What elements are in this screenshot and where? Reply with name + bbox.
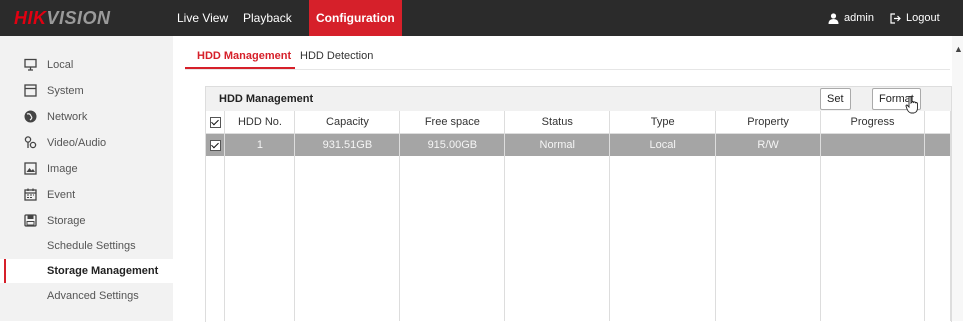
column-header: HDD No. <box>224 111 296 134</box>
logout-icon <box>890 13 901 24</box>
video-audio-icon <box>24 136 37 149</box>
hand-cursor-icon <box>905 96 918 114</box>
user-account[interactable]: admin <box>828 0 874 36</box>
sidebar: Local System Network Video/Audio Image E… <box>0 36 173 321</box>
column-header: Type <box>609 111 717 134</box>
sidebar-item-local[interactable]: Local <box>0 54 173 76</box>
column-header: Capacity <box>294 111 401 134</box>
cell-free-space: 915.00GB <box>399 133 506 156</box>
set-button[interactable]: Set <box>820 88 851 110</box>
tab-hdd-detection[interactable]: HDD Detection <box>300 44 373 68</box>
image-icon <box>24 162 37 175</box>
sidebar-item-image[interactable]: Image <box>0 158 173 180</box>
monitor-icon <box>24 58 37 71</box>
nav-live-view[interactable]: Live View <box>170 0 235 36</box>
sidebar-item-system[interactable]: System <box>0 80 173 102</box>
row-checkbox-cell[interactable] <box>206 133 226 156</box>
storage-disk-icon <box>24 214 37 227</box>
cell-hdd-no: 1 <box>224 133 296 156</box>
sidebar-item-event[interactable]: Event <box>0 184 173 206</box>
column-header: Progress <box>820 111 925 134</box>
column-header-spacer <box>924 111 952 134</box>
sidebar-item-label: Network <box>47 111 88 123</box>
hdd-table: HDD No. Capacity Free space Status Type … <box>206 111 952 321</box>
sidebar-item-label: Local <box>47 59 74 71</box>
table-empty-area <box>206 156 952 321</box>
sidebar-subitem-label: Schedule Settings <box>47 240 136 252</box>
sidebar-item-label: Event <box>47 189 76 201</box>
panel-header: HDD Management Set Format <box>206 87 951 111</box>
panel-title: HDD Management <box>219 93 314 105</box>
sidebar-item-video-audio[interactable]: Video/Audio <box>0 132 173 154</box>
sidebar-item-label: Image <box>47 163 78 175</box>
table-row[interactable]: 1 931.51GB 915.00GB Normal Local R/W <box>206 133 952 156</box>
sidebar-item-network[interactable]: Network <box>0 106 173 128</box>
top-bar: HIKVISION Live View Playback Configurati… <box>0 0 963 36</box>
sidebar-subitem-label: Storage Management <box>47 265 159 277</box>
sidebar-item-storage[interactable]: Storage <box>0 210 173 232</box>
page-scrollbar[interactable]: ▲ <box>952 36 963 321</box>
column-header: Status <box>504 111 611 134</box>
select-all-checkbox[interactable] <box>206 111 226 134</box>
tab-hdd-management[interactable]: HDD Management <box>197 44 291 68</box>
hdd-management-panel: HDD Management Set Format HDD No. Capaci… <box>205 86 952 322</box>
checkbox[interactable] <box>209 139 221 151</box>
user-icon <box>828 13 839 24</box>
column-header: Property <box>715 111 822 134</box>
event-calendar-icon <box>24 188 37 201</box>
network-globe-icon <box>24 110 37 123</box>
nav-configuration[interactable]: Configuration <box>309 0 402 36</box>
cell-status: Normal <box>504 133 611 156</box>
nav-playback[interactable]: Playback <box>236 0 299 36</box>
sidebar-item-label: Video/Audio <box>47 137 107 149</box>
logout-link[interactable]: Logout <box>890 0 940 36</box>
cell-progress <box>820 133 925 156</box>
hikvision-logo: HIKVISION <box>14 8 111 28</box>
cell-spacer <box>924 133 952 156</box>
cell-capacity: 931.51GB <box>294 133 401 156</box>
sidebar-subitem-advanced-settings[interactable]: Advanced Settings <box>0 284 173 308</box>
sidebar-subitem-storage-management[interactable]: Storage Management <box>0 259 173 283</box>
sidebar-subitem-schedule-settings[interactable]: Schedule Settings <box>0 234 173 258</box>
column-header: Free space <box>399 111 506 134</box>
cell-type: Local <box>609 133 717 156</box>
checkbox[interactable] <box>209 116 221 128</box>
sidebar-subitem-label: Advanced Settings <box>47 290 139 302</box>
system-icon <box>24 84 37 97</box>
cell-property: R/W <box>715 133 822 156</box>
tab-divider <box>185 69 950 70</box>
table-header-row: HDD No. Capacity Free space Status Type … <box>206 111 952 134</box>
scroll-up-arrow-icon[interactable]: ▲ <box>954 44 963 54</box>
username-label: admin <box>844 12 874 24</box>
sidebar-item-label: System <box>47 85 84 97</box>
sidebar-item-label: Storage <box>47 215 86 227</box>
logout-label: Logout <box>906 12 940 24</box>
